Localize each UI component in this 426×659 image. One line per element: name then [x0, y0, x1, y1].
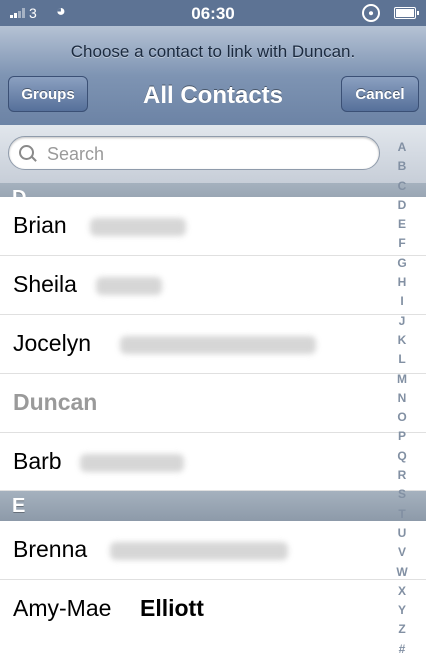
index-letter[interactable]: P — [392, 427, 412, 446]
blurred-last-name — [80, 454, 184, 472]
index-letter[interactable]: U — [392, 524, 412, 543]
index-letter[interactable]: R — [392, 466, 412, 485]
index-letter[interactable]: B — [392, 157, 412, 176]
index-letter[interactable]: K — [392, 331, 412, 350]
contact-first-name: Brian — [13, 212, 67, 238]
search-icon — [19, 145, 34, 160]
index-letter[interactable]: G — [392, 254, 412, 273]
index-letter[interactable]: L — [392, 350, 412, 369]
contact-first-name: Brenna — [13, 536, 88, 562]
contact-last-name: Elliott — [140, 595, 204, 621]
index-letter[interactable]: Z — [392, 620, 412, 639]
contact-row[interactable]: Brenna — [0, 521, 426, 580]
section-header-e: E — [0, 491, 426, 521]
contact-row[interactable]: Jocelyn — [0, 315, 426, 374]
index-letter[interactable]: O — [392, 408, 412, 427]
contact-row[interactable]: Sheila — [0, 256, 426, 315]
index-letter[interactable]: D — [392, 196, 412, 215]
index-letter[interactable]: M — [392, 370, 412, 389]
index-letter[interactable]: S — [392, 485, 412, 504]
navigation-bar: Choose a contact to link with Duncan. Gr… — [0, 26, 426, 126]
contact-first-name: Barb — [13, 448, 62, 474]
index-letter[interactable]: H — [392, 273, 412, 292]
search-input[interactable] — [45, 141, 369, 167]
rotation-lock-icon: ⏺ — [362, 4, 380, 22]
blurred-last-name — [90, 218, 186, 236]
index-letter[interactable]: F — [392, 234, 412, 253]
index-letter[interactable]: A — [392, 138, 412, 157]
index-letter[interactable]: I — [392, 292, 412, 311]
contact-first-name: Amy-Mae — [13, 595, 112, 621]
blurred-last-name — [110, 542, 288, 560]
index-letter[interactable]: N — [392, 389, 412, 408]
index-letter[interactable]: Y — [392, 601, 412, 620]
contact-row[interactable]: Brian — [0, 197, 426, 256]
contact-row[interactable]: Amy-Mae Elliott — [0, 580, 426, 640]
index-letter[interactable]: V — [392, 543, 412, 562]
index-letter[interactable]: J — [392, 312, 412, 331]
search-bar — [0, 125, 426, 184]
battery-icon — [394, 7, 419, 19]
contact-row[interactable]: Barb — [0, 433, 426, 491]
blurred-last-name — [120, 336, 316, 354]
section-index[interactable]: A B C D E F G H I J K L M N O P Q R S T U V W X Y Z # — [392, 138, 412, 659]
contact-first-name: Duncan — [13, 389, 98, 415]
index-letter[interactable]: Q — [392, 447, 412, 466]
contact-row-current: Duncan — [0, 374, 426, 433]
status-bar: 3 ◕ 06:30 ⏺ — [0, 0, 426, 26]
contact-first-name: Sheila — [13, 271, 77, 297]
contact-first-name: Jocelyn — [13, 330, 91, 356]
index-letter[interactable]: E — [392, 215, 412, 234]
index-letter[interactable]: # — [392, 640, 412, 659]
blurred-last-name — [96, 277, 162, 295]
link-prompt: Choose a contact to link with Duncan. — [70, 42, 356, 61]
search-field[interactable] — [8, 136, 380, 170]
index-letter[interactable]: X — [392, 582, 412, 601]
index-letter[interactable]: T — [392, 505, 412, 524]
index-letter[interactable]: C — [392, 177, 412, 196]
cancel-button[interactable]: Cancel — [341, 76, 419, 112]
index-letter[interactable]: W — [392, 563, 412, 582]
